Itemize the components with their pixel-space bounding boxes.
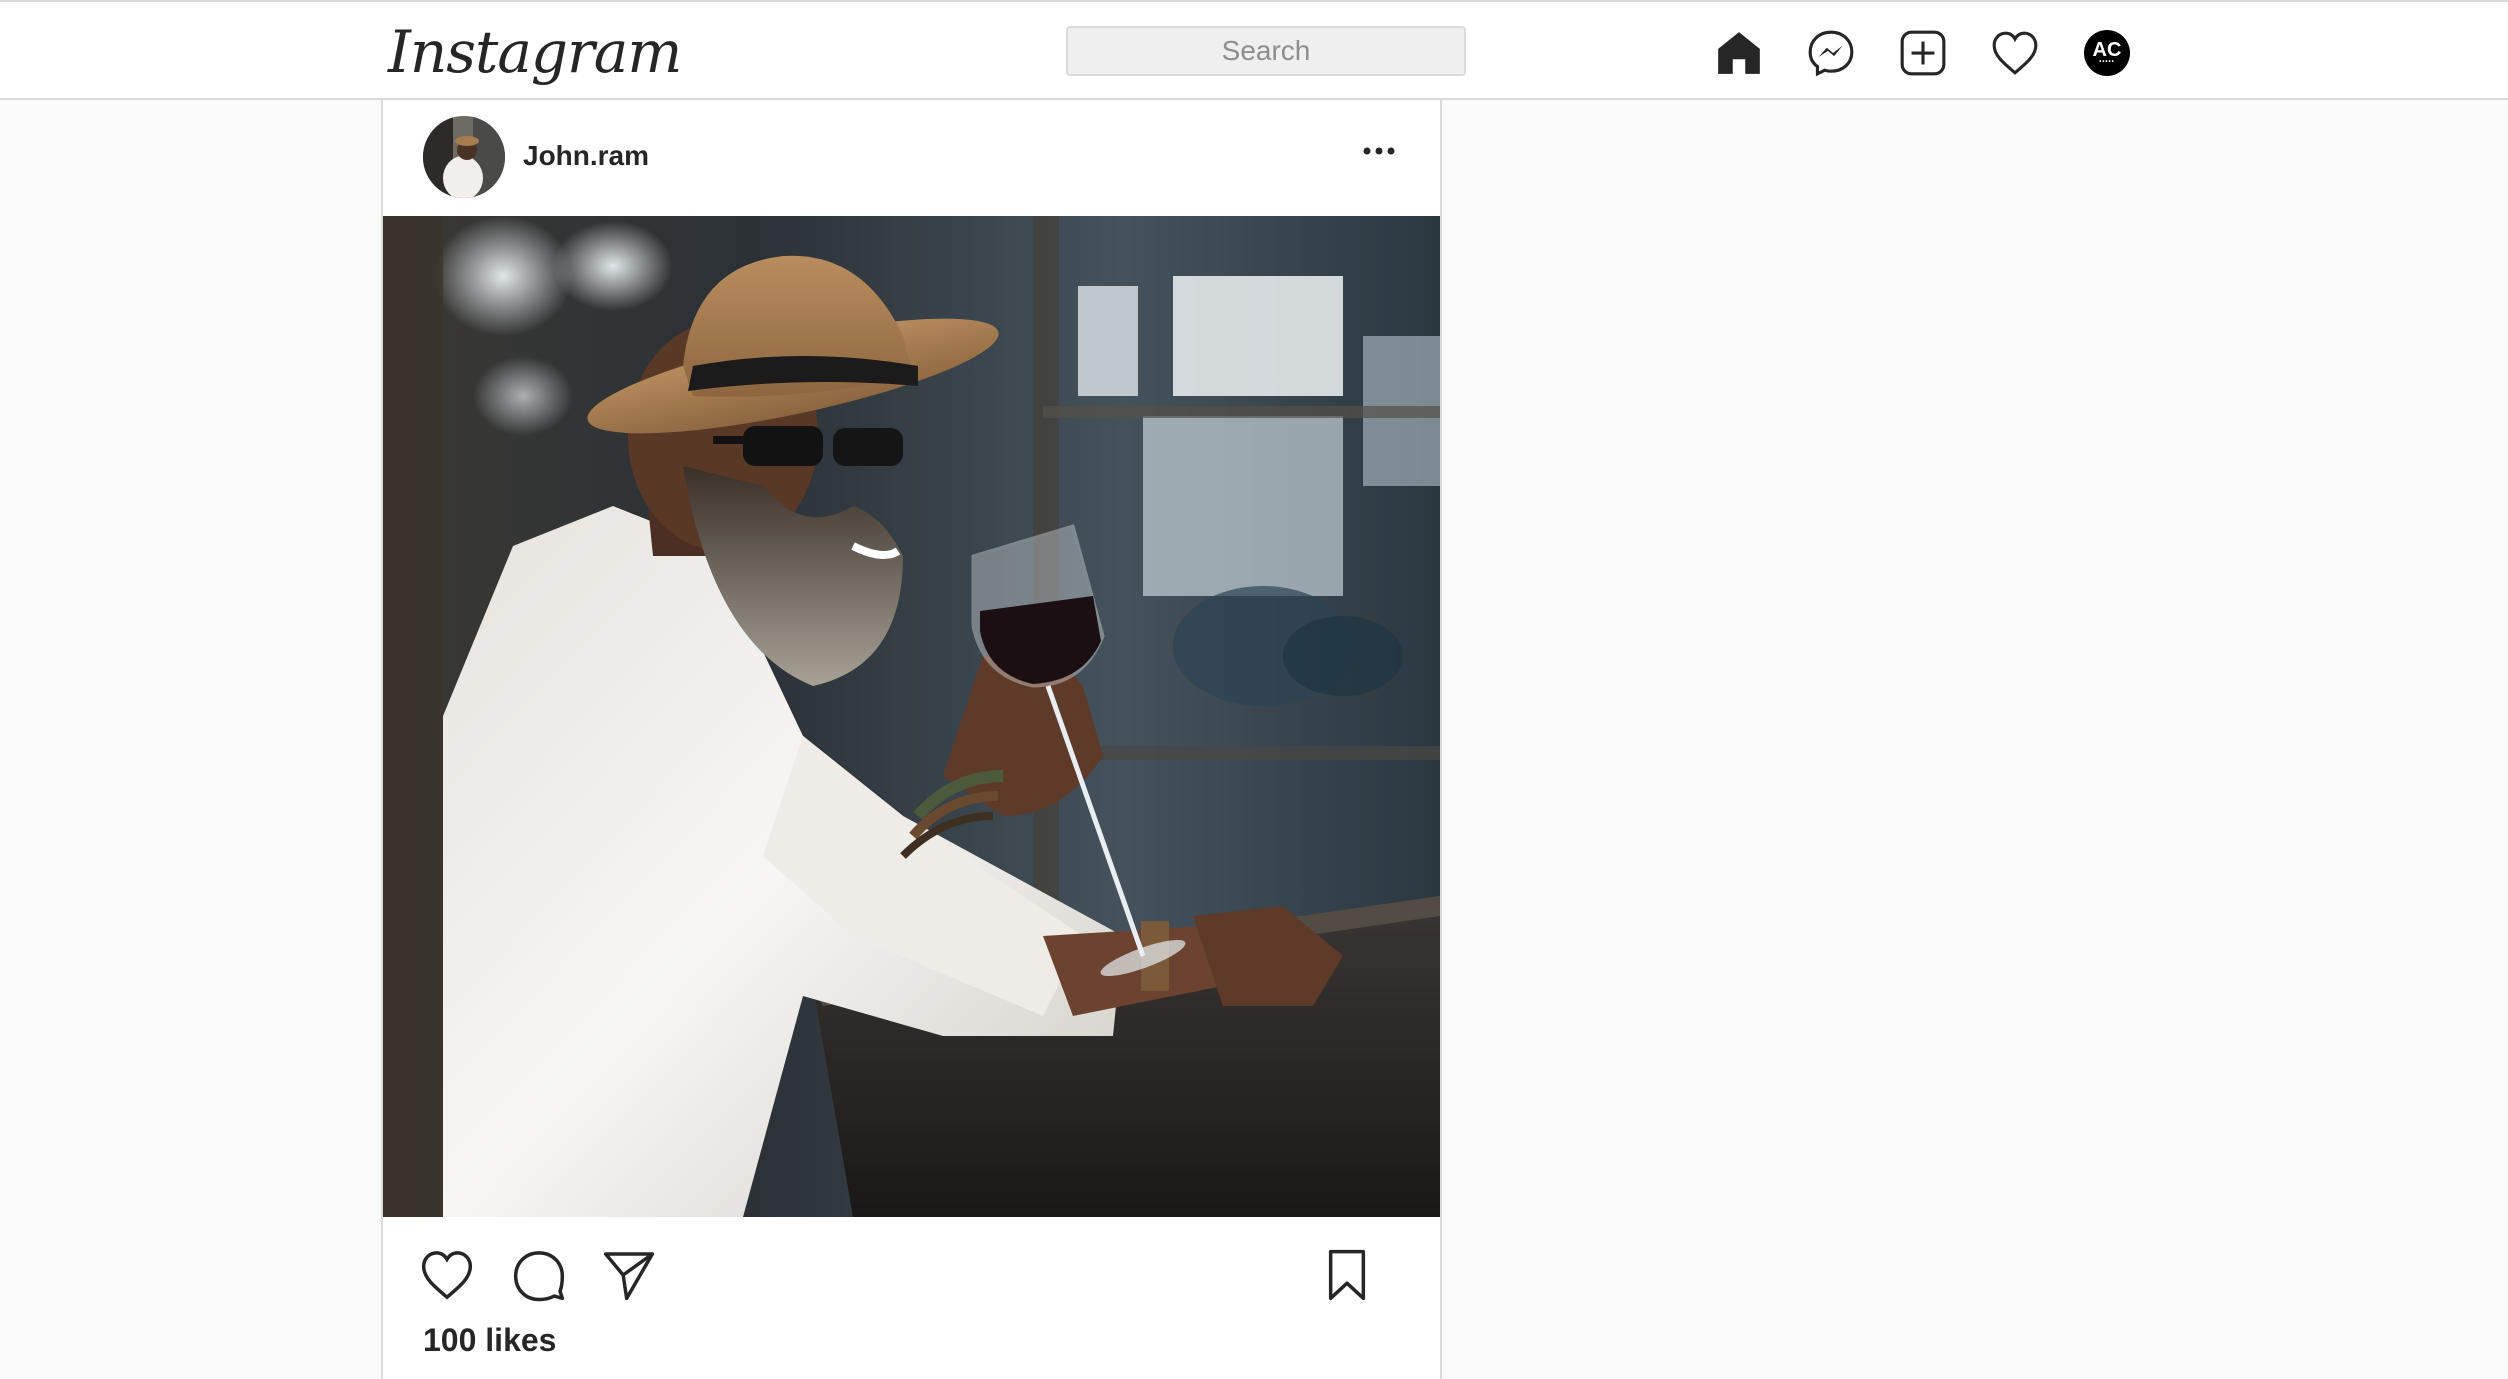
share-icon bbox=[603, 1252, 655, 1301]
instagram-logo[interactable]: Instagram bbox=[388, 16, 682, 88]
new-post-button[interactable] bbox=[1898, 28, 1948, 78]
messenger-icon bbox=[1808, 30, 1854, 77]
share-button[interactable] bbox=[601, 1247, 657, 1303]
more-dots-icon bbox=[1363, 147, 1395, 155]
post-card: John.ram 100 likes bbox=[381, 100, 1442, 1379]
new-post-icon bbox=[1900, 30, 1946, 76]
save-button[interactable] bbox=[1319, 1247, 1375, 1303]
top-navigation-bar: Instagram AC ••••• bbox=[0, 0, 2508, 100]
comment-icon bbox=[513, 1251, 565, 1302]
avatar-initials: AC bbox=[2092, 39, 2122, 61]
post-photo[interactable] bbox=[383, 216, 1440, 1217]
post-header: John.ram bbox=[383, 100, 1440, 216]
search-input[interactable] bbox=[1066, 26, 1466, 76]
post-photo-image bbox=[383, 216, 1440, 1217]
more-options-button[interactable] bbox=[1354, 136, 1404, 166]
post-author-avatar[interactable] bbox=[423, 116, 505, 198]
post-actions bbox=[383, 1217, 1440, 1327]
activity-heart-icon bbox=[1992, 31, 2038, 75]
like-icon bbox=[421, 1251, 473, 1300]
messenger-button[interactable] bbox=[1806, 28, 1856, 78]
save-icon bbox=[1328, 1249, 1366, 1301]
post-username[interactable]: John.ram bbox=[523, 140, 649, 172]
home-icon bbox=[1718, 32, 1760, 74]
like-button[interactable] bbox=[419, 1247, 475, 1303]
comment-button[interactable] bbox=[511, 1247, 567, 1303]
likes-count[interactable]: 100 likes bbox=[423, 1322, 556, 1359]
author-avatar-image bbox=[423, 116, 505, 198]
profile-avatar[interactable]: AC ••••• bbox=[2084, 30, 2130, 76]
home-button[interactable] bbox=[1714, 28, 1764, 78]
avatar-subtext-dots: ••••• bbox=[2099, 59, 2115, 65]
activity-button[interactable] bbox=[1990, 28, 2040, 78]
